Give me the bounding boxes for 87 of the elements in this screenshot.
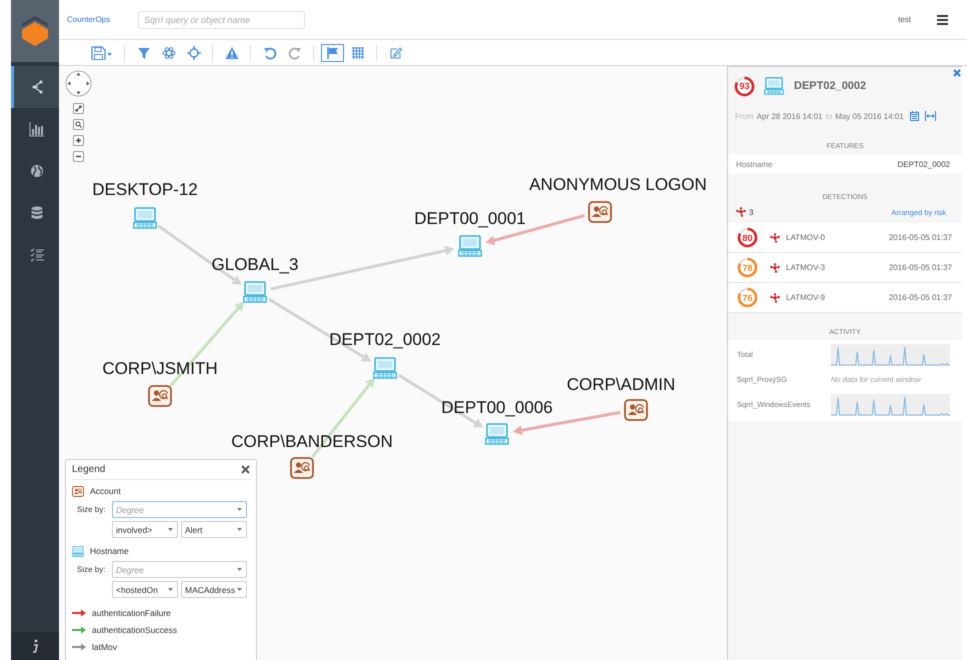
detection-row[interactable]: 78 LATMOV-3 2016-05-05 01:37 [728,253,962,283]
field-label: Size by: [77,565,106,574]
detection-row[interactable]: 76 LATMOV-9 2016-05-05 01:37 [728,283,962,313]
node-label: DEPT02_0002 [329,330,441,350]
menu-icon[interactable] [937,14,948,24]
dropdown[interactable]: Alert [181,521,247,538]
detection-name: LATMOV-3 [786,263,825,272]
account-icon[interactable] [290,457,314,479]
computer-icon[interactable] [485,423,509,445]
dropdown[interactable]: involved> [112,521,178,538]
caret-icon [237,568,242,571]
calendar-icon[interactable] [910,111,919,121]
legend-label: authenticationSuccess [92,624,178,634]
zoom-out-icon[interactable] [73,151,84,162]
flag-icon[interactable] [321,44,344,62]
detection-time: 2016-05-05 01:37 [888,263,952,272]
detection-name: LATMOV-9 [786,293,825,302]
date-text: May 05 2016 14:01 [835,112,904,120]
legend-title: Legend [72,464,106,475]
computer-icon[interactable] [243,281,267,303]
hexagon-logo [22,16,48,46]
caret-icon [237,528,242,531]
node-label: CORP\ADMIN [566,375,676,395]
detection-count: 3 [749,208,754,216]
search-icon[interactable] [73,119,84,130]
fit-icon[interactable] [73,103,84,114]
node-label: ANONYMOUS LOGON [529,175,707,195]
caret-icon [168,588,173,591]
computer-icon [72,546,84,556]
score-ring: 78 [737,257,758,278]
checklist-icon [28,247,44,263]
globe-icon [28,163,44,179]
caret-icon [237,508,242,511]
score-ring: 93 [734,76,755,96]
legend-label: Account [90,486,121,496]
network-alert-icon [770,262,780,272]
range-label: to [826,112,832,120]
account-icon[interactable] [624,399,648,421]
caret-icon [168,528,173,531]
account-icon [72,486,84,496]
field-label: Size by: [77,505,106,514]
node-label: GLOBAL_3 [212,255,298,275]
score-ring: 80 [737,227,758,248]
feature-value: DEPT02_0002 [898,160,950,168]
detection-row[interactable]: 80 LATMOV-0 2016-05-05 01:37 [728,223,962,253]
info-icon[interactable] [31,639,39,653]
detection-time: 2016-05-05 01:37 [888,293,952,302]
pan-control[interactable] [65,70,92,97]
dropdown[interactable]: <hostedOn [112,581,178,598]
zoom-in-icon[interactable] [73,135,84,146]
network-alert-icon [736,207,746,217]
node-label: DEPT00_0001 [414,209,526,229]
computer-icon[interactable] [373,357,397,379]
legend-label: latMov [92,642,118,652]
feature-name: Hostname [736,160,772,168]
computer-icon[interactable] [133,207,157,229]
app-name-link[interactable]: CounterOps [67,15,138,24]
detection-name: LATMOV-0 [786,233,825,242]
network-alert-icon [770,232,780,242]
range-label: From [735,112,754,120]
bar-chart-icon [28,121,44,137]
network-alert-icon [770,292,780,302]
computer-icon [764,77,784,95]
fit-width-icon[interactable] [924,111,936,121]
search-field[interactable]: Sqrrl query or object name [138,10,305,28]
sidebar-item[interactable] [11,66,59,108]
close-icon[interactable] [953,69,961,77]
size-by-field[interactable]: Degree [112,561,247,578]
node-label: DEPT00_0006 [441,398,553,418]
caret-icon [237,588,242,591]
entity-title: DEPT02_0002 [794,80,866,92]
legend-label: Hostname [90,546,129,556]
size-by-field[interactable]: Degree [112,501,247,518]
legend-label: authenticationFailure [92,608,171,618]
node-label: DESKTOP-12 [92,180,198,200]
user-name[interactable]: test [898,15,911,24]
database-icon [28,205,44,221]
computer-icon[interactable] [458,235,482,257]
close-icon[interactable] [241,465,250,474]
node-label: CORP\BANDERSON [231,432,393,452]
account-icon[interactable] [588,201,612,223]
date-text: Apr 28 2016 14:01 [756,112,823,120]
node-label: CORP\JSMITH [102,359,218,379]
account-icon[interactable] [148,385,172,407]
detection-time: 2016-05-05 01:37 [888,233,952,242]
score-ring: 76 [737,287,758,308]
dropdown[interactable]: MACAddress [181,581,247,598]
